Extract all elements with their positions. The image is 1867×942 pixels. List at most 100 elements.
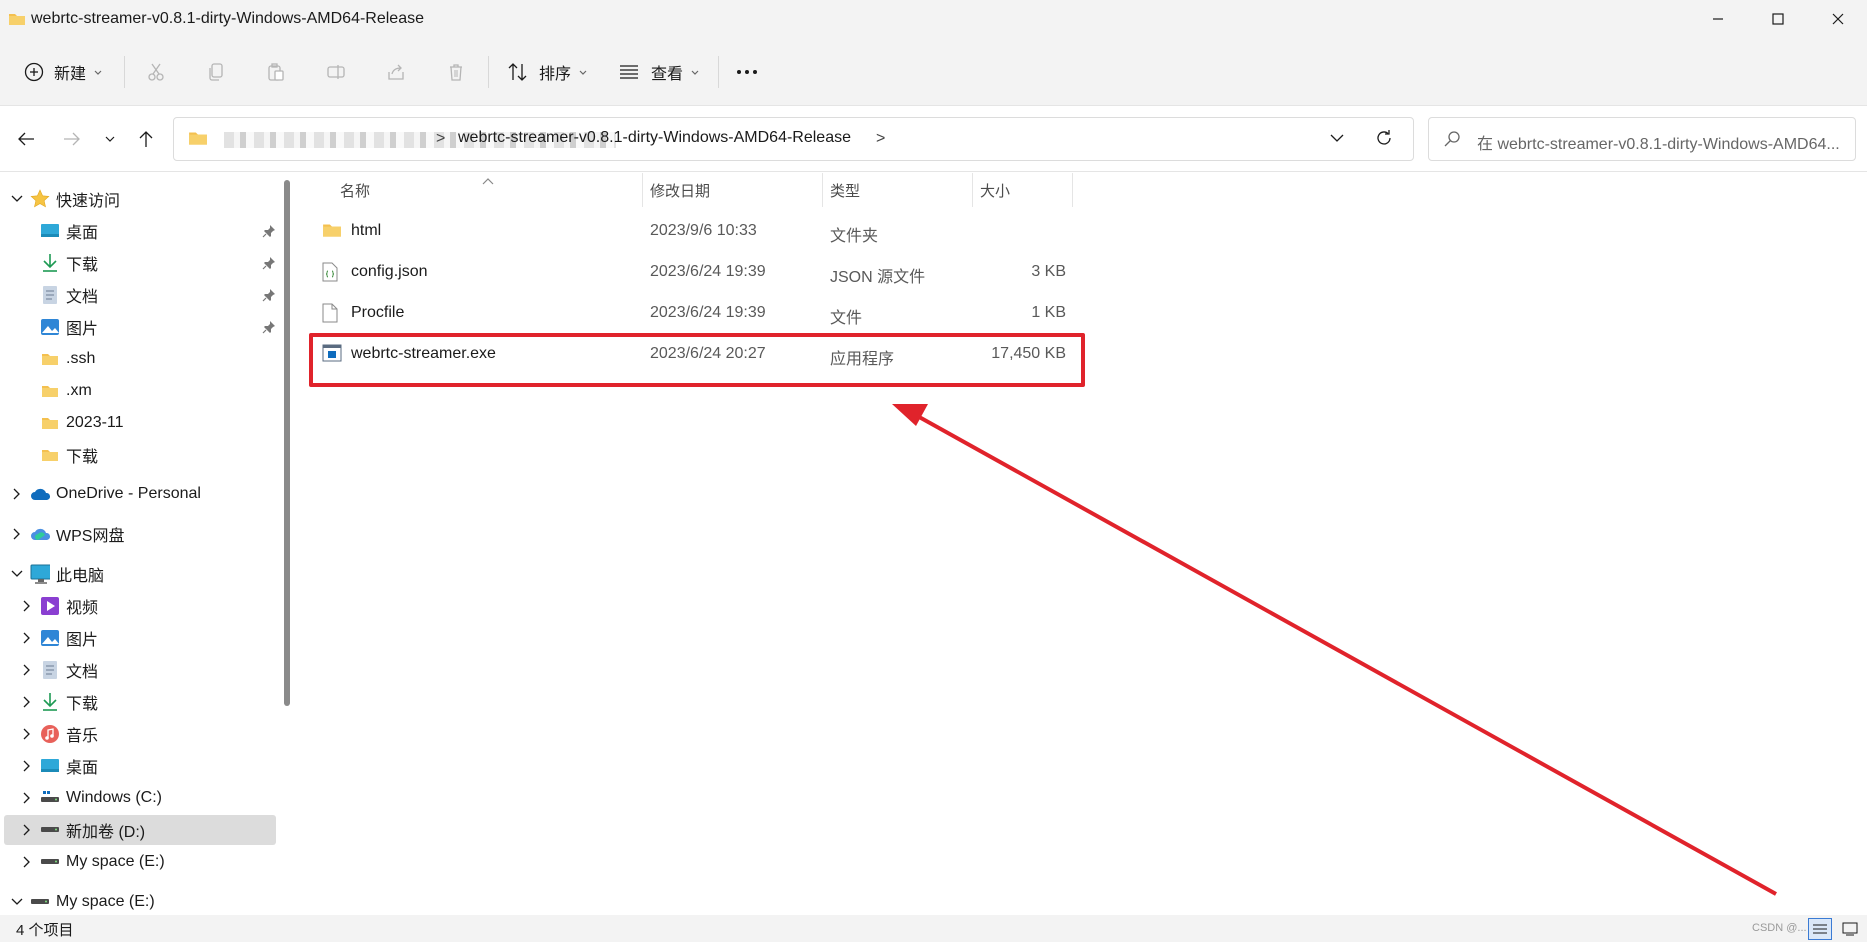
up-button[interactable]: [132, 125, 160, 153]
sidebar-item-my-space[interactable]: My space (E:): [4, 887, 276, 917]
chevron-right-icon[interactable]: [20, 695, 34, 709]
sidebar-item-music[interactable]: 音乐: [4, 719, 276, 749]
chevron-right-icon[interactable]: [20, 727, 34, 741]
chevron-right-icon[interactable]: [20, 631, 34, 645]
share-icon[interactable]: [384, 60, 408, 84]
back-button[interactable]: [12, 125, 40, 153]
more-dots-icon: [736, 69, 758, 75]
sidebar-item-ssh[interactable]: .ssh: [4, 344, 276, 374]
sidebar-item-wps[interactable]: WPS网盘: [4, 519, 276, 549]
file-row[interactable]: config.json 2023/6/24 19:39 JSON 源文件 3 K…: [316, 254, 1076, 290]
chevron-right-icon[interactable]: [20, 663, 34, 677]
sidebar-item-downloads[interactable]: 下载: [4, 248, 276, 278]
file-date: 2023/6/24 19:39: [650, 263, 766, 280]
large-icons-view-button[interactable]: [1838, 918, 1862, 940]
new-button-label: 新建: [54, 66, 87, 83]
status-bar: 4 个项目 CSDN @...: [0, 915, 1867, 942]
refresh-icon[interactable]: [1374, 128, 1394, 153]
file-row[interactable]: Procfile 2023/6/24 19:39 文件 1 KB: [316, 295, 1076, 331]
chevron-right-icon[interactable]: [20, 599, 34, 613]
chevron-down-icon[interactable]: [10, 895, 24, 909]
folder-icon: [40, 381, 60, 401]
chevron-down-icon[interactable]: [1329, 128, 1345, 153]
close-button[interactable]: [1809, 0, 1867, 38]
breadcrumb-current-folder[interactable]: webrtc-streamer-v0.8.1-dirty-Windows-AMD…: [458, 129, 851, 147]
chevron-right-icon[interactable]: [20, 791, 34, 805]
sidebar-item-label: My space (E:): [66, 853, 165, 870]
sidebar-item-downloads-pc[interactable]: 下载: [4, 687, 276, 717]
wps-cloud-icon: [30, 524, 50, 544]
column-header-date[interactable]: 修改日期: [650, 173, 710, 207]
sidebar-item-label: 文档: [66, 289, 99, 306]
chevron-right-icon[interactable]: [10, 527, 24, 541]
drive-icon: [40, 852, 60, 872]
pin-icon[interactable]: [262, 320, 276, 334]
copy-icon[interactable]: [204, 60, 228, 84]
sidebar-item-onedrive[interactable]: OneDrive - Personal: [4, 479, 276, 509]
pin-icon[interactable]: [262, 288, 276, 302]
view-list-icon: [619, 64, 639, 80]
sidebar-item-desktop[interactable]: 桌面: [4, 216, 276, 246]
column-header-name[interactable]: 名称: [340, 173, 370, 207]
recent-locations-button[interactable]: [96, 125, 124, 153]
file-size: 3 KB: [1031, 263, 1066, 280]
file-row[interactable]: html 2023/9/6 10:33 文件夹: [316, 213, 1076, 249]
column-divider[interactable]: [1072, 173, 1073, 207]
sidebar-item-desktop-pc[interactable]: 桌面: [4, 751, 276, 781]
sidebar-item-2023-11[interactable]: 2023-11: [4, 408, 276, 438]
sidebar-item-videos[interactable]: 视频: [4, 591, 276, 621]
new-button[interactable]: 新建: [24, 54, 102, 90]
delete-icon[interactable]: [444, 60, 468, 84]
chevron-right-icon[interactable]: [20, 823, 34, 837]
column-divider[interactable]: [822, 173, 823, 207]
column-header-size[interactable]: 大小: [980, 173, 1010, 207]
sidebar-scrollbar[interactable]: [284, 180, 290, 706]
sidebar-item-drive-c[interactable]: Windows (C:): [4, 783, 276, 813]
column-header-type[interactable]: 类型: [830, 173, 860, 207]
minimize-button[interactable]: [1689, 0, 1747, 38]
view-button[interactable]: 查看: [619, 54, 699, 90]
sidebar-item-drive-d[interactable]: 新加卷 (D:): [4, 815, 276, 845]
search-placeholder[interactable]: 在 webrtc-streamer-v0.8.1-dirty-Windows-A…: [1477, 130, 1849, 154]
folder-icon: [322, 221, 342, 241]
sidebar-item-label: 2023-11: [66, 414, 124, 431]
desktop-icon: [40, 221, 60, 241]
chevron-right-icon[interactable]: [20, 855, 34, 869]
sidebar-item-pictures-pc[interactable]: 图片: [4, 623, 276, 653]
column-divider[interactable]: [642, 173, 643, 207]
sidebar-item-this-pc[interactable]: 此电脑: [4, 559, 276, 589]
sidebar-item-documents-pc[interactable]: 文档: [4, 655, 276, 685]
sidebar-item-xm[interactable]: .xm: [4, 376, 276, 406]
chevron-down-icon: [94, 63, 102, 81]
maximize-button[interactable]: [1749, 0, 1807, 38]
details-view-button[interactable]: [1808, 918, 1832, 940]
file-size: 1 KB: [1031, 304, 1066, 321]
chevron-down-icon: [579, 63, 587, 81]
sidebar-item-download-folder[interactable]: 下载: [4, 440, 276, 470]
breadcrumb-separator[interactable]: >: [876, 130, 885, 148]
chevron-right-icon[interactable]: [20, 759, 34, 773]
toolbar-divider: [124, 56, 125, 88]
sidebar-item-quick-access[interactable]: 快速访问: [4, 184, 276, 214]
forward-button[interactable]: [58, 125, 86, 153]
sidebar-item-drive-e[interactable]: My space (E:): [4, 847, 276, 877]
chevron-down-icon[interactable]: [10, 192, 24, 206]
pin-icon[interactable]: [262, 224, 276, 238]
sidebar-item-pictures[interactable]: 图片: [4, 312, 276, 342]
chevron-right-icon[interactable]: [10, 487, 24, 501]
cut-icon[interactable]: [144, 60, 168, 84]
sidebar-item-documents[interactable]: 文档: [4, 280, 276, 310]
pin-icon[interactable]: [262, 256, 276, 270]
sidebar-item-label: WPS网盘: [56, 528, 125, 545]
more-options-button[interactable]: [736, 54, 758, 90]
rename-icon[interactable]: [324, 60, 348, 84]
sort-button[interactable]: 排序: [507, 54, 587, 90]
paste-icon[interactable]: [264, 60, 288, 84]
column-divider[interactable]: [972, 173, 973, 207]
address-bar[interactable]: > webrtc-streamer-v0.8.1-dirty-Windows-A…: [173, 117, 1414, 161]
title-bar: webrtc-streamer-v0.8.1-dirty-Windows-AMD…: [0, 0, 1867, 38]
sort-icon: [507, 62, 529, 82]
chevron-down-icon[interactable]: [10, 567, 24, 581]
search-box[interactable]: 在 webrtc-streamer-v0.8.1-dirty-Windows-A…: [1428, 117, 1856, 161]
file-row[interactable]: webrtc-streamer.exe 2023/6/24 20:27 应用程序…: [316, 336, 1076, 372]
